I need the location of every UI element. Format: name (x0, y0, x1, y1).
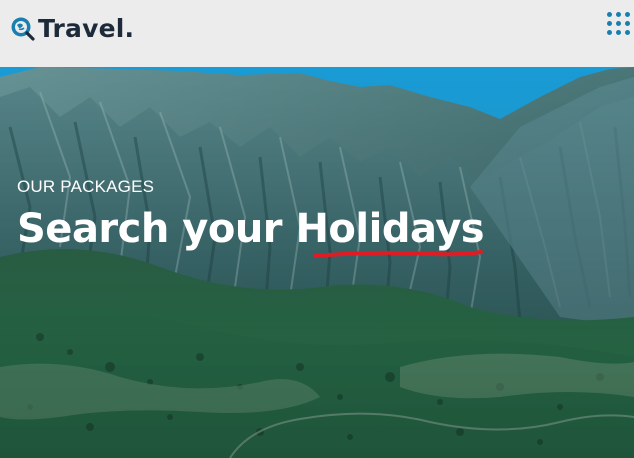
grid-dot (625, 21, 630, 26)
grid-dot (616, 21, 621, 26)
hero-banner: OUR PACKAGES Search your Holidays (0, 67, 634, 458)
hero-eyebrow: OUR PACKAGES (17, 177, 155, 196)
grid-dot (616, 30, 621, 35)
grid-menu-icon[interactable] (607, 12, 631, 36)
grid-dot (625, 12, 630, 17)
grid-dot (616, 12, 621, 17)
grid-dot (607, 21, 612, 26)
grid-dot (607, 30, 612, 35)
logo-text: Travel. (38, 13, 135, 43)
logo[interactable]: Travel. (10, 12, 134, 44)
headline-highlight: Holidays (295, 201, 485, 258)
hero-headline: Search your Holidays (17, 201, 485, 258)
underline-swoosh-icon (313, 250, 484, 258)
grid-dot (625, 30, 630, 35)
site-header: Travel. (0, 0, 634, 67)
grid-dot (607, 12, 612, 17)
mountain-landscape-image (0, 67, 634, 458)
globe-search-icon (11, 17, 35, 41)
headline-highlight-text: Holidays (295, 206, 485, 252)
headline-prefix: Search your (17, 206, 296, 252)
page: Travel. OUR PACKAGES Search your Holiday… (0, 0, 634, 458)
hero-content: OUR PACKAGES Search your Holidays (17, 177, 485, 258)
